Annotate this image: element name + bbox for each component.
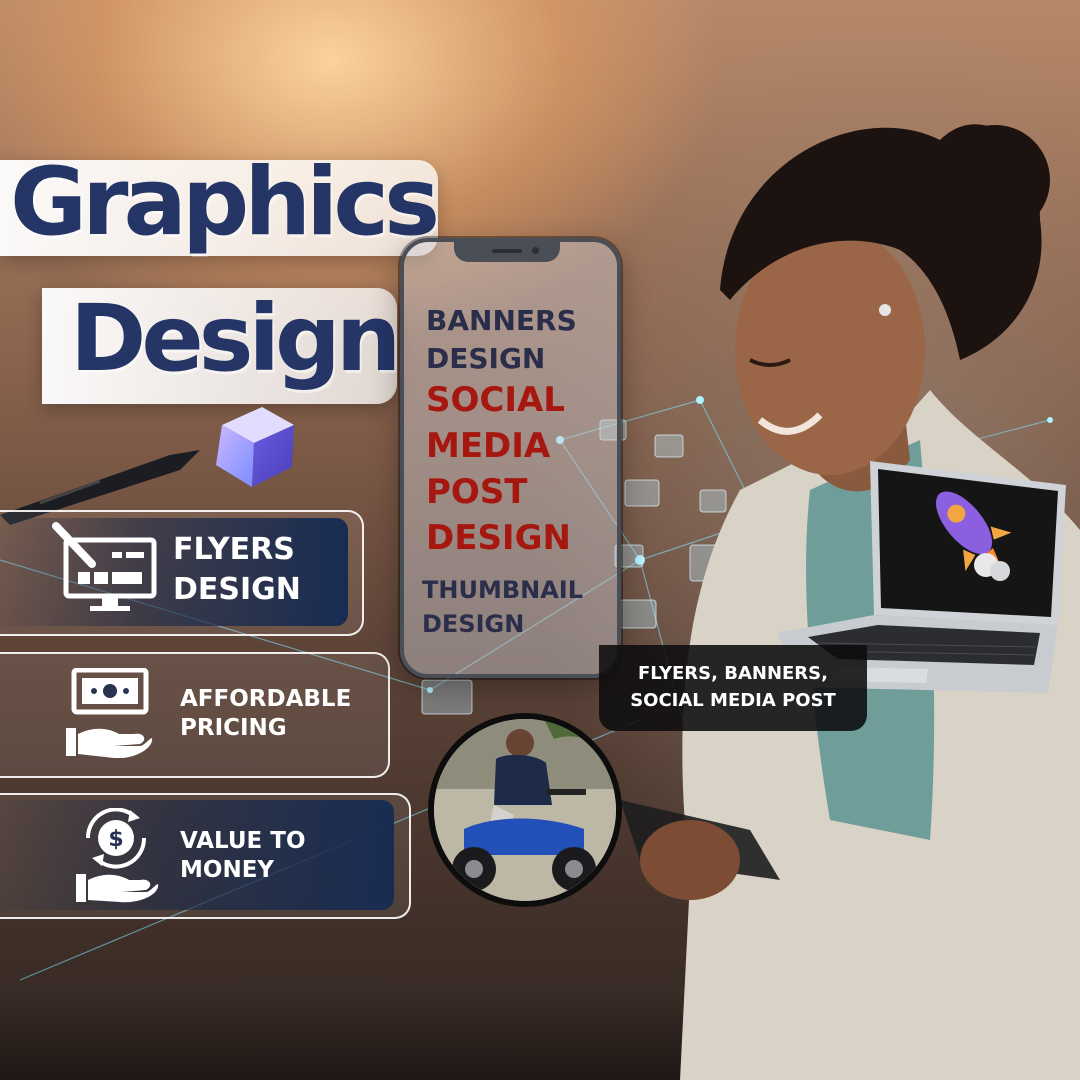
money-hand-icon <box>66 668 153 758</box>
title-line2: Design <box>70 285 401 392</box>
designer-avatar <box>428 713 622 907</box>
phone-line-banners-design: DESIGN <box>426 342 546 375</box>
feature-card-value-fill <box>0 800 394 910</box>
dollar-cycle-hand-icon: $ <box>76 808 159 903</box>
feature-flyers-line2: DESIGN <box>173 572 301 607</box>
phone-line-post-design: DESIGN <box>426 518 571 558</box>
services-tag: FLYERS, BANNERS, SOCIAL MEDIA POST <box>599 645 867 731</box>
phone-line-banners: BANNERS <box>426 304 577 337</box>
services-tag-line2: SOCIAL MEDIA POST <box>630 690 836 711</box>
feature-value-line1: VALUE TO <box>180 828 306 854</box>
phone-line-post: POST <box>426 472 528 512</box>
3d-cube-icon <box>216 407 294 487</box>
feature-flyers-line1: FLYERS <box>173 532 295 567</box>
phone-line-thumbnail-design: DESIGN <box>422 610 525 638</box>
phone-mockup: BANNERS DESIGN SOCIAL MEDIA POST DESIGN … <box>400 238 621 678</box>
design-monitor-icon <box>52 522 157 611</box>
title-line1: Graphics <box>10 148 440 257</box>
feature-value-line2: MONEY <box>180 857 275 883</box>
phone-notch <box>454 240 560 262</box>
services-tag-line1: FLYERS, BANNERS, <box>638 663 828 684</box>
man-on-motorbike-photo <box>434 719 616 901</box>
svg-text:$: $ <box>108 827 123 852</box>
phone-line-thumbnail: THUMBNAIL <box>422 576 584 604</box>
feature-pricing-line1: AFFORDABLE <box>180 686 352 712</box>
feature-pricing-line2: PRICING <box>180 715 287 741</box>
phone-line-media: MEDIA <box>426 426 551 466</box>
phone-line-social: SOCIAL <box>426 380 565 420</box>
